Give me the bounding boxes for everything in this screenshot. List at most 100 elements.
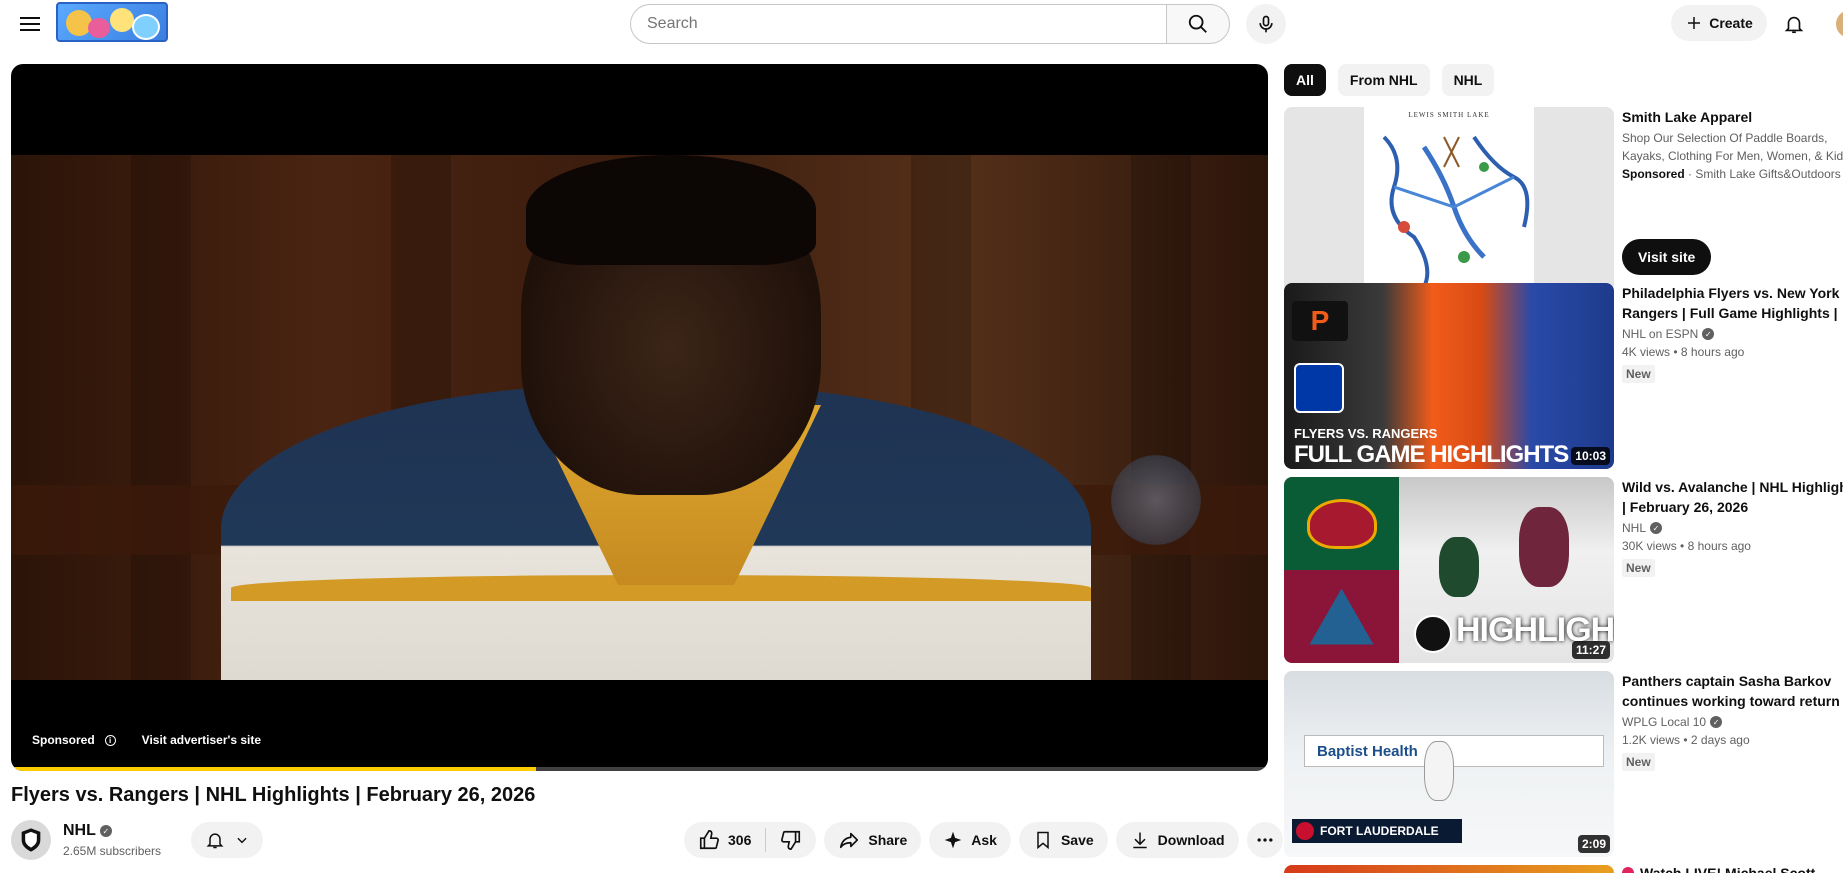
channel-avatar[interactable]: [11, 820, 51, 860]
verified-icon: ✓: [99, 825, 112, 837]
recommendation-channel[interactable]: NHL ✓: [1622, 521, 1843, 535]
recommendation-info: Panthers captain Sasha Barkov continues …: [1622, 671, 1843, 771]
recommendation-item[interactable]: Watch LIVE! Michael Scott: [1284, 865, 1843, 873]
more-actions-button[interactable]: [1246, 822, 1283, 858]
recommendation-title[interactable]: Watch LIVE! Michael Scott: [1640, 865, 1815, 873]
separator-dot: •: [1683, 733, 1691, 747]
subscriber-count: 2.65M subscribers: [63, 844, 162, 858]
recommendation-channel[interactable]: NHL on ESPN ✓: [1622, 327, 1843, 341]
nhl-badge-icon: [1414, 615, 1452, 653]
ad-sponsored-label: Sponsored: [32, 733, 95, 747]
new-badge: New: [1622, 365, 1655, 383]
video-duration: 2:09: [1577, 835, 1610, 853]
ad-title[interactable]: Smith Lake Apparel: [1622, 107, 1843, 127]
recommendation-item[interactable]: Baptist Health FORT LAUDERDALE 2:09 Pant…: [1284, 671, 1843, 857]
chip-all[interactable]: All: [1284, 64, 1326, 96]
view-count: 30K views: [1622, 539, 1677, 553]
recommendation-title[interactable]: Panthers captain Sasha Barkov continues …: [1622, 671, 1843, 711]
save-button[interactable]: Save: [1018, 822, 1108, 858]
bell-icon: [206, 833, 224, 849]
subscription-notify-button[interactable]: [191, 822, 263, 858]
ad-thumbnail[interactable]: LEWIS SMITH LAKE: [1284, 107, 1614, 293]
voice-search-button[interactable]: [1246, 4, 1286, 44]
thumb-caption-small: FLYERS VS. RANGERS: [1294, 426, 1438, 441]
search-button[interactable]: [1166, 4, 1230, 44]
recommendation-item[interactable]: HIGHLIGHTS 11:27 Wild vs. Avalanche | NH…: [1284, 477, 1843, 663]
separator-dot: •: [1680, 539, 1688, 553]
recommendation-title[interactable]: Wild vs. Avalanche | NHL Highlights | Fe…: [1622, 477, 1843, 517]
download-button[interactable]: Download: [1115, 822, 1239, 858]
video-thumbnail[interactable]: [1284, 865, 1614, 873]
new-badge: New: [1622, 559, 1655, 577]
menu-icon[interactable]: [14, 8, 46, 40]
verified-icon: ✓: [1650, 522, 1663, 534]
dislike-button[interactable]: [766, 822, 816, 858]
view-count: 1.2K views: [1622, 733, 1681, 747]
video-thumbnail[interactable]: P FLYERS VS. RANGERS FULL GAME HIGHLIGHT…: [1284, 283, 1614, 469]
like-dislike-group: 306: [684, 822, 817, 858]
thumbs-down-icon: [781, 830, 801, 850]
create-label: Create: [1709, 15, 1753, 31]
sparkle-icon: [944, 831, 962, 849]
channel-name-text: NHL on ESPN: [1622, 327, 1699, 341]
video-thumbnail[interactable]: Baptist Health FORT LAUDERDALE 2:09: [1284, 671, 1614, 857]
visit-advertiser-link[interactable]: Visit advertiser's site: [142, 733, 261, 747]
chip-nhl[interactable]: NHL: [1441, 64, 1495, 96]
ask-label: Ask: [971, 832, 997, 848]
share-label: Share: [868, 832, 908, 848]
search-icon: [1188, 14, 1207, 33]
video-player[interactable]: Sponsored i Visit advertiser's site: [11, 64, 1268, 771]
ad-overlay: Sponsored i Visit advertiser's site: [32, 733, 261, 747]
channel-name-text: NHL: [1622, 521, 1647, 535]
separator-dot: •: [1673, 345, 1681, 359]
microphone-icon: [1259, 15, 1273, 33]
upload-age: 2 days ago: [1690, 733, 1750, 747]
ad-sponsored-badge: Sponsored: [1622, 167, 1685, 181]
rink-boards: Baptist Health: [1304, 735, 1604, 767]
like-count: 306: [728, 832, 752, 848]
channel-name[interactable]: NHL ✓: [63, 822, 112, 840]
download-label: Download: [1157, 832, 1225, 848]
plus-icon: [1688, 17, 1701, 29]
recommendation-info: Philadelphia Flyers vs. New York Rangers…: [1622, 283, 1843, 383]
sidebar-ad[interactable]: LEWIS SMITH LAKE Smith Lake Apparel Shop…: [1284, 107, 1843, 293]
top-header: Create: [0, 0, 1843, 46]
like-button[interactable]: 306: [684, 822, 765, 858]
chevron-down-icon: [237, 837, 247, 844]
video-duration: 11:27: [1571, 641, 1610, 659]
flyers-logo: P: [1292, 301, 1348, 341]
notifications-button[interactable]: [1776, 6, 1812, 42]
share-button[interactable]: Share: [824, 822, 922, 858]
channel-name-text: WPLG Local 10: [1622, 715, 1707, 729]
ad-sponsor-line: Sponsored · Smith Lake Gifts&Outdoors: [1622, 167, 1843, 181]
recommendation-title[interactable]: Philadelphia Flyers vs. New York Rangers…: [1622, 283, 1843, 323]
video-title: Flyers vs. Rangers | NHL Highlights | Fe…: [11, 784, 536, 806]
download-icon: [1133, 832, 1147, 849]
recommendation-channel[interactable]: WPLG Local 10 ✓: [1622, 715, 1843, 729]
verified-icon: ✓: [1710, 716, 1723, 728]
thumb-caption-big: FULL GAME HIGHLIGHTS: [1294, 441, 1569, 468]
site-logo[interactable]: [56, 2, 168, 42]
visit-site-button[interactable]: Visit site: [1622, 239, 1712, 275]
more-horizontal-icon: [1257, 838, 1273, 842]
recommendation-item[interactable]: P FLYERS VS. RANGERS FULL GAME HIGHLIGHT…: [1284, 283, 1843, 469]
nhl-logo-icon: [21, 828, 41, 852]
account-avatar[interactable]: [1836, 10, 1843, 38]
progress-fill: [11, 767, 537, 771]
recommendation-meta: 30K views • 8 hours ago: [1622, 539, 1843, 553]
progress-bar[interactable]: [11, 767, 1268, 771]
verified-icon: ✓: [1702, 328, 1715, 340]
share-icon: [840, 832, 859, 849]
thumb-caption-big: FORT LAUDERDALE: [1320, 824, 1439, 838]
create-button[interactable]: Create: [1671, 5, 1767, 41]
ask-button[interactable]: Ask: [929, 822, 1011, 858]
chip-from-nhl[interactable]: From NHL: [1337, 64, 1430, 96]
search-input[interactable]: [630, 4, 1167, 44]
lake-map-image: LEWIS SMITH LAKE: [1364, 107, 1534, 293]
video-thumbnail[interactable]: HIGHLIGHTS 11:27: [1284, 477, 1614, 663]
upload-age: 8 hours ago: [1687, 539, 1751, 553]
rangers-logo: [1294, 363, 1344, 413]
ad-advertiser: Smith Lake Gifts&Outdoors: [1695, 167, 1841, 181]
info-icon[interactable]: i: [104, 734, 116, 746]
thumb-board-text: Baptist Health: [1317, 743, 1418, 760]
